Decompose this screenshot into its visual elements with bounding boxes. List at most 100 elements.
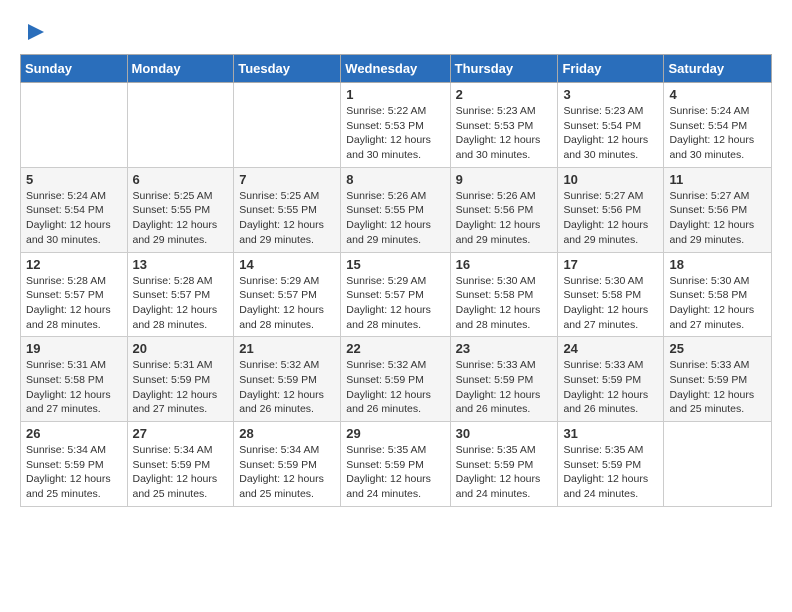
weekday-header: Monday	[127, 55, 234, 83]
day-number: 25	[669, 341, 766, 356]
calendar-header-row: SundayMondayTuesdayWednesdayThursdayFrid…	[21, 55, 772, 83]
day-number: 30	[456, 426, 553, 441]
day-info: Sunrise: 5:22 AM Sunset: 5:53 PM Dayligh…	[346, 104, 444, 163]
day-info: Sunrise: 5:33 AM Sunset: 5:59 PM Dayligh…	[669, 358, 766, 417]
calendar-day-cell: 30 Sunrise: 5:35 AM Sunset: 5:59 PM Dayli…	[450, 422, 558, 507]
calendar-day-cell: 31 Sunrise: 5:35 AM Sunset: 5:59 PM Dayli…	[558, 422, 664, 507]
day-info: Sunrise: 5:24 AM Sunset: 5:54 PM Dayligh…	[669, 104, 766, 163]
weekday-header: Wednesday	[341, 55, 450, 83]
day-number: 15	[346, 257, 444, 272]
calendar-week-row: 1Sunrise: 5:22 AM Sunset: 5:53 PM Daylig…	[21, 83, 772, 168]
day-number: 2	[456, 87, 553, 102]
day-info: Sunrise: 5:25 AM Sunset: 5:55 PM Dayligh…	[133, 189, 229, 248]
day-info: Sunrise: 5:25 AM Sunset: 5:55 PM Dayligh…	[239, 189, 335, 248]
logo	[20, 20, 48, 44]
calendar-day-cell: 12 Sunrise: 5:28 AM Sunset: 5:57 PM Dayli…	[21, 252, 128, 337]
day-number: 11	[669, 172, 766, 187]
day-number: 29	[346, 426, 444, 441]
day-number: 22	[346, 341, 444, 356]
calendar-day-cell: 24 Sunrise: 5:33 AM Sunset: 5:59 PM Dayli…	[558, 337, 664, 422]
day-info: Sunrise: 5:35 AM Sunset: 5:59 PM Dayligh…	[563, 443, 658, 502]
calendar-day-cell: 18 Sunrise: 5:30 AM Sunset: 5:58 PM Dayli…	[664, 252, 772, 337]
day-info: Sunrise: 5:24 AM Sunset: 5:54 PM Dayligh…	[26, 189, 122, 248]
calendar-day-cell: 27Sunrise: 5:34 AM Sunset: 5:59 PM Dayli…	[127, 422, 234, 507]
day-number: 20	[133, 341, 229, 356]
day-number: 28	[239, 426, 335, 441]
weekday-header: Tuesday	[234, 55, 341, 83]
day-info: Sunrise: 5:31 AM Sunset: 5:59 PM Dayligh…	[133, 358, 229, 417]
calendar-day-cell: 4 Sunrise: 5:24 AM Sunset: 5:54 PM Daylig…	[664, 83, 772, 168]
day-info: Sunrise: 5:31 AM Sunset: 5:58 PM Dayligh…	[26, 358, 122, 417]
day-number: 18	[669, 257, 766, 272]
day-info: Sunrise: 5:26 AM Sunset: 5:56 PM Dayligh…	[456, 189, 553, 248]
calendar-day-cell: 5 Sunrise: 5:24 AM Sunset: 5:54 PM Daylig…	[21, 167, 128, 252]
calendar-day-cell: 20 Sunrise: 5:31 AM Sunset: 5:59 PM Dayli…	[127, 337, 234, 422]
calendar-day-cell: 10Sunrise: 5:27 AM Sunset: 5:56 PM Dayli…	[558, 167, 664, 252]
calendar-day-cell: 21 Sunrise: 5:32 AM Sunset: 5:59 PM Dayli…	[234, 337, 341, 422]
day-info: Sunrise: 5:28 AM Sunset: 5:57 PM Dayligh…	[133, 274, 229, 333]
day-number: 13	[133, 257, 229, 272]
calendar-day-cell: 9 Sunrise: 5:26 AM Sunset: 5:56 PM Daylig…	[450, 167, 558, 252]
calendar-day-cell	[21, 83, 128, 168]
calendar-table: SundayMondayTuesdayWednesdayThursdayFrid…	[20, 54, 772, 507]
calendar-week-row: 12 Sunrise: 5:28 AM Sunset: 5:57 PM Dayli…	[21, 252, 772, 337]
calendar-day-cell: 17 Sunrise: 5:30 AM Sunset: 5:58 PM Dayli…	[558, 252, 664, 337]
day-number: 7	[239, 172, 335, 187]
day-number: 19	[26, 341, 122, 356]
day-info: Sunrise: 5:32 AM Sunset: 5:59 PM Dayligh…	[239, 358, 335, 417]
calendar-day-cell: 19 Sunrise: 5:31 AM Sunset: 5:58 PM Dayli…	[21, 337, 128, 422]
day-info: Sunrise: 5:34 AM Sunset: 5:59 PM Dayligh…	[239, 443, 335, 502]
day-number: 4	[669, 87, 766, 102]
calendar-day-cell: 2 Sunrise: 5:23 AM Sunset: 5:53 PM Daylig…	[450, 83, 558, 168]
day-info: Sunrise: 5:30 AM Sunset: 5:58 PM Dayligh…	[669, 274, 766, 333]
day-info: Sunrise: 5:30 AM Sunset: 5:58 PM Dayligh…	[563, 274, 658, 333]
day-number: 8	[346, 172, 444, 187]
day-number: 16	[456, 257, 553, 272]
calendar-day-cell	[234, 83, 341, 168]
calendar-day-cell: 29 Sunrise: 5:35 AM Sunset: 5:59 PM Dayli…	[341, 422, 450, 507]
day-number: 17	[563, 257, 658, 272]
day-info: Sunrise: 5:27 AM Sunset: 5:56 PM Dayligh…	[669, 189, 766, 248]
day-info: Sunrise: 5:35 AM Sunset: 5:59 PM Dayligh…	[456, 443, 553, 502]
calendar-day-cell: 23 Sunrise: 5:33 AM Sunset: 5:59 PM Dayli…	[450, 337, 558, 422]
day-number: 31	[563, 426, 658, 441]
weekday-header: Friday	[558, 55, 664, 83]
calendar-day-cell: 14Sunrise: 5:29 AM Sunset: 5:57 PM Dayli…	[234, 252, 341, 337]
day-info: Sunrise: 5:34 AM Sunset: 5:59 PM Dayligh…	[133, 443, 229, 502]
day-info: Sunrise: 5:28 AM Sunset: 5:57 PM Dayligh…	[26, 274, 122, 333]
calendar-day-cell: 8 Sunrise: 5:26 AM Sunset: 5:55 PM Daylig…	[341, 167, 450, 252]
calendar-day-cell	[127, 83, 234, 168]
day-info: Sunrise: 5:30 AM Sunset: 5:58 PM Dayligh…	[456, 274, 553, 333]
day-info: Sunrise: 5:29 AM Sunset: 5:57 PM Dayligh…	[239, 274, 335, 333]
day-info: Sunrise: 5:33 AM Sunset: 5:59 PM Dayligh…	[563, 358, 658, 417]
day-info: Sunrise: 5:29 AM Sunset: 5:57 PM Dayligh…	[346, 274, 444, 333]
day-info: Sunrise: 5:33 AM Sunset: 5:59 PM Dayligh…	[456, 358, 553, 417]
calendar-day-cell	[664, 422, 772, 507]
calendar-week-row: 19 Sunrise: 5:31 AM Sunset: 5:58 PM Dayli…	[21, 337, 772, 422]
page-header	[20, 20, 772, 44]
day-info: Sunrise: 5:23 AM Sunset: 5:54 PM Dayligh…	[563, 104, 658, 163]
day-info: Sunrise: 5:35 AM Sunset: 5:59 PM Dayligh…	[346, 443, 444, 502]
weekday-header: Thursday	[450, 55, 558, 83]
day-number: 24	[563, 341, 658, 356]
day-number: 6	[133, 172, 229, 187]
calendar-day-cell: 15 Sunrise: 5:29 AM Sunset: 5:57 PM Dayli…	[341, 252, 450, 337]
calendar-day-cell: 11 Sunrise: 5:27 AM Sunset: 5:56 PM Dayli…	[664, 167, 772, 252]
calendar-day-cell: 22Sunrise: 5:32 AM Sunset: 5:59 PM Dayli…	[341, 337, 450, 422]
day-info: Sunrise: 5:26 AM Sunset: 5:55 PM Dayligh…	[346, 189, 444, 248]
calendar-day-cell: 25 Sunrise: 5:33 AM Sunset: 5:59 PM Dayli…	[664, 337, 772, 422]
weekday-header: Saturday	[664, 55, 772, 83]
day-number: 5	[26, 172, 122, 187]
day-number: 21	[239, 341, 335, 356]
day-number: 12	[26, 257, 122, 272]
calendar-week-row: 26Sunrise: 5:34 AM Sunset: 5:59 PM Dayli…	[21, 422, 772, 507]
weekday-header: Sunday	[21, 55, 128, 83]
calendar-day-cell: 26Sunrise: 5:34 AM Sunset: 5:59 PM Dayli…	[21, 422, 128, 507]
day-number: 23	[456, 341, 553, 356]
day-info: Sunrise: 5:34 AM Sunset: 5:59 PM Dayligh…	[26, 443, 122, 502]
calendar-day-cell: 16 Sunrise: 5:30 AM Sunset: 5:58 PM Dayli…	[450, 252, 558, 337]
day-number: 9	[456, 172, 553, 187]
calendar-day-cell: 7 Sunrise: 5:25 AM Sunset: 5:55 PM Daylig…	[234, 167, 341, 252]
day-info: Sunrise: 5:27 AM Sunset: 5:56 PM Dayligh…	[563, 189, 658, 248]
day-info: Sunrise: 5:23 AM Sunset: 5:53 PM Dayligh…	[456, 104, 553, 163]
